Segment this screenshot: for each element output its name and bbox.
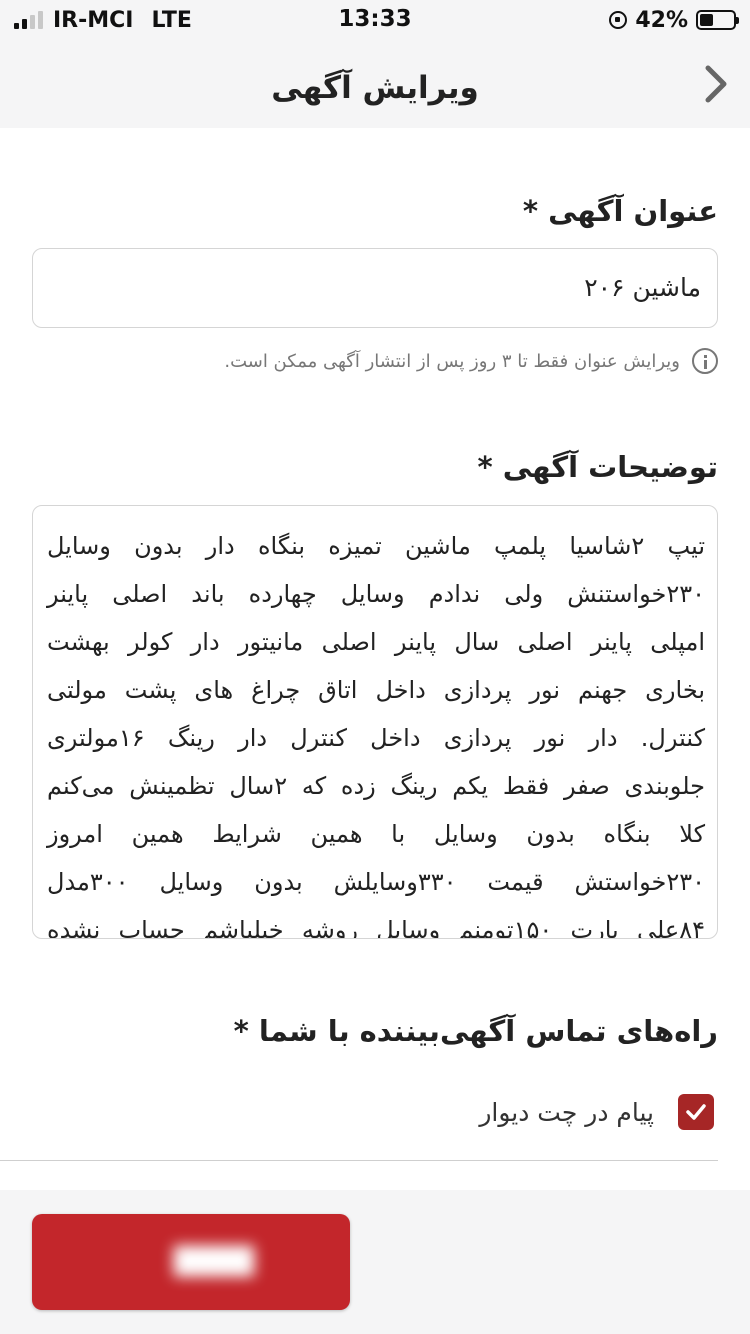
check-icon: [686, 1104, 706, 1120]
description-label: توضیحات آگهی *: [477, 450, 718, 484]
divider: [0, 1160, 718, 1161]
status-bar: IR-MCI LTE 13:33 42%: [0, 0, 750, 40]
description-line: جلوبندی صفر فقط یکم رینگ زده که ۲سال تظم…: [47, 772, 705, 800]
description-line: تیپ ۲شاسیا پلمپ ماشین تمیزه بنگاه دار بد…: [47, 532, 705, 560]
description-line: ۲۳۰خواستنش ولی ندادم وسایل چهارده باند ا…: [47, 580, 705, 608]
description-line: امپلی پاینر اصلی سال پاینر اصلی مانیتور …: [47, 628, 705, 656]
battery-percent: 42%: [635, 7, 688, 33]
info-icon: [692, 348, 718, 374]
battery-fill: [700, 14, 714, 26]
description-textarea[interactable]: تیپ ۲شاسیا پلمپ ماشین تمیزه بنگاه دار بد…: [32, 505, 718, 939]
status-right: 42%: [609, 6, 739, 34]
ad-title-input[interactable]: ماشین ۲۰۶: [32, 248, 718, 328]
submit-button-label: ████: [174, 1247, 254, 1277]
chat-checkbox[interactable]: [678, 1094, 714, 1130]
ad-title-label: عنوان آگهی *: [522, 194, 718, 228]
submit-button[interactable]: ████: [32, 1214, 350, 1310]
chat-contact-option[interactable]: پیام در چت دیوار: [479, 1090, 714, 1134]
nav-header: ویرایش آگهی: [0, 40, 750, 128]
back-button[interactable]: [696, 62, 736, 106]
description-line: بخاری جهنم نور پردازی داخل اتاق چراغ های…: [47, 676, 705, 704]
description-line: ۲۳۰خواستش قیمت ۳۳۰وسایلش بدون وسایل ۳۰۰م…: [47, 868, 706, 896]
orientation-lock-icon: [609, 11, 628, 29]
page-title: ویرایش آگهی: [271, 70, 479, 106]
hint-text: ویرایش عنوان فقط تا ۳ روز پس از انتشار آ…: [224, 350, 680, 372]
battery-icon: [696, 10, 739, 30]
description-line: کنترل. دار نور پردازی داخل کنترل دار رین…: [47, 724, 705, 752]
ad-title-hint: ویرایش عنوان فقط تا ۳ روز پس از انتشار آ…: [224, 345, 718, 377]
contact-methods-label: راه‌های تماس آگهی‌بیننده با شما *: [233, 1014, 718, 1048]
chat-option-label: پیام در چت دیوار: [479, 1097, 654, 1127]
description-line: ۸۴علی یارت ۱۵۰تومنم وسایل روشه خیلیاشم ح…: [47, 916, 706, 939]
chevron-right-icon: [705, 65, 727, 103]
description-line: کلا بنگاه بدون وسایل با همین شرایط همین …: [47, 820, 705, 848]
